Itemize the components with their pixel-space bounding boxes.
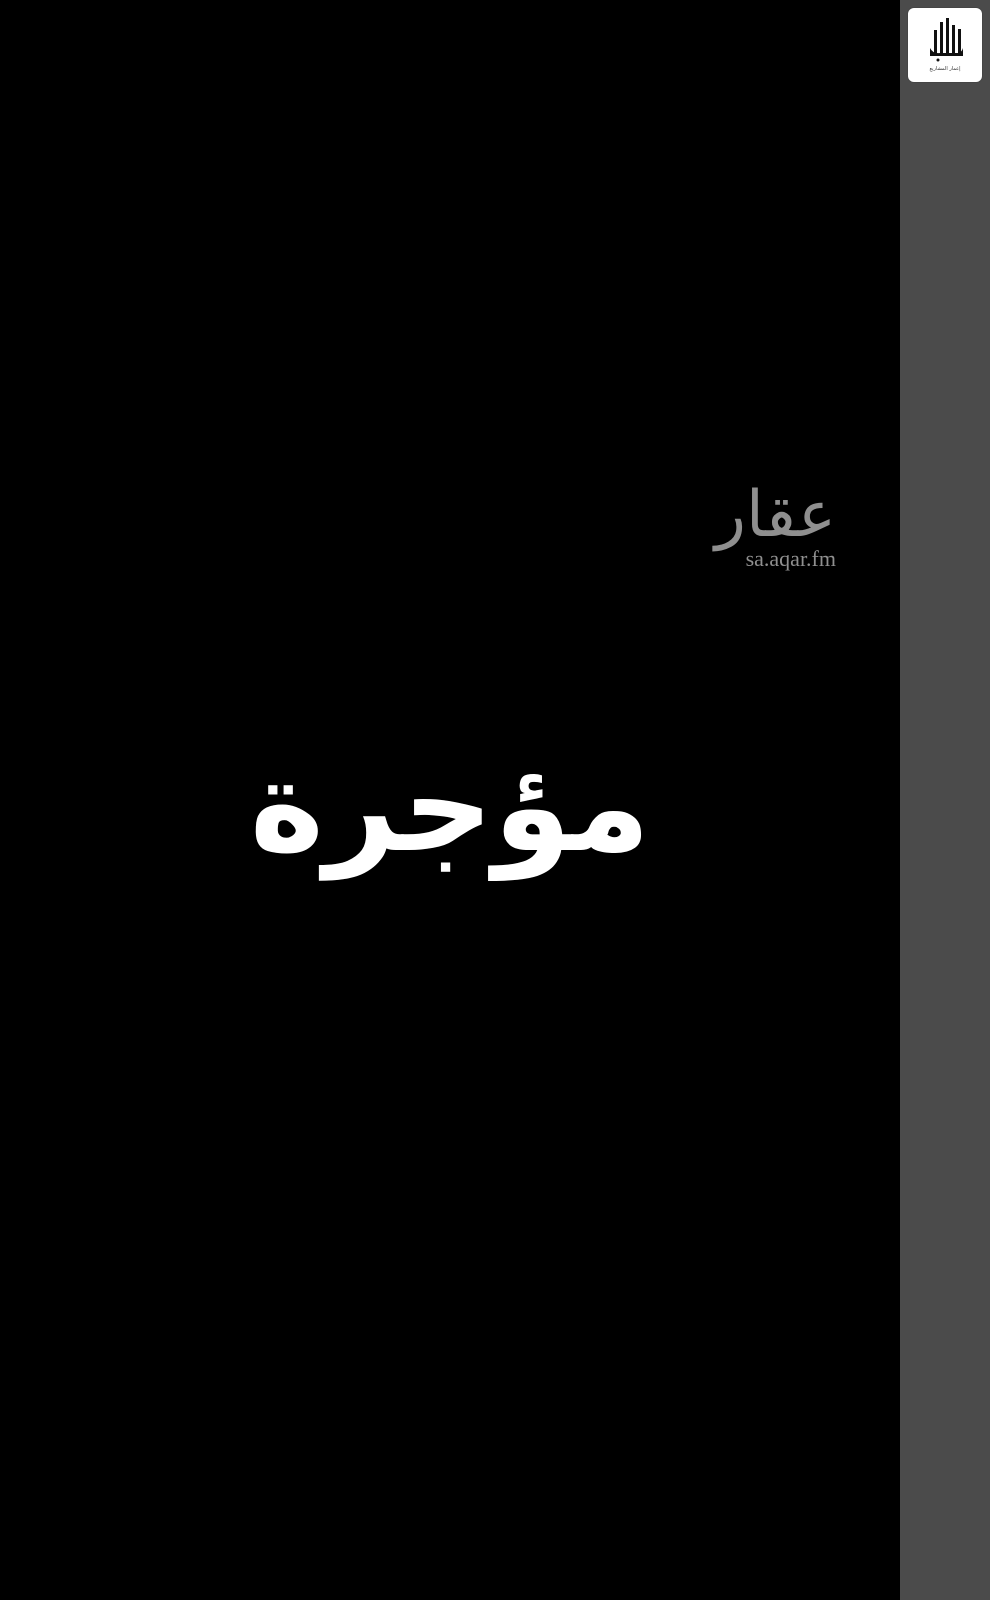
aqar-watermark: عقار sa.aqar.fm (616, 482, 836, 572)
company-logo-badge: إعمار المشاريع (908, 8, 982, 82)
building-towers-logo-icon (930, 18, 963, 62)
rental-status-title: مؤجرة (249, 733, 651, 880)
side-panel (900, 0, 990, 1600)
logo-caption: إعمار المشاريع (929, 66, 961, 72)
watermark-arabic-text: عقار (715, 478, 836, 552)
